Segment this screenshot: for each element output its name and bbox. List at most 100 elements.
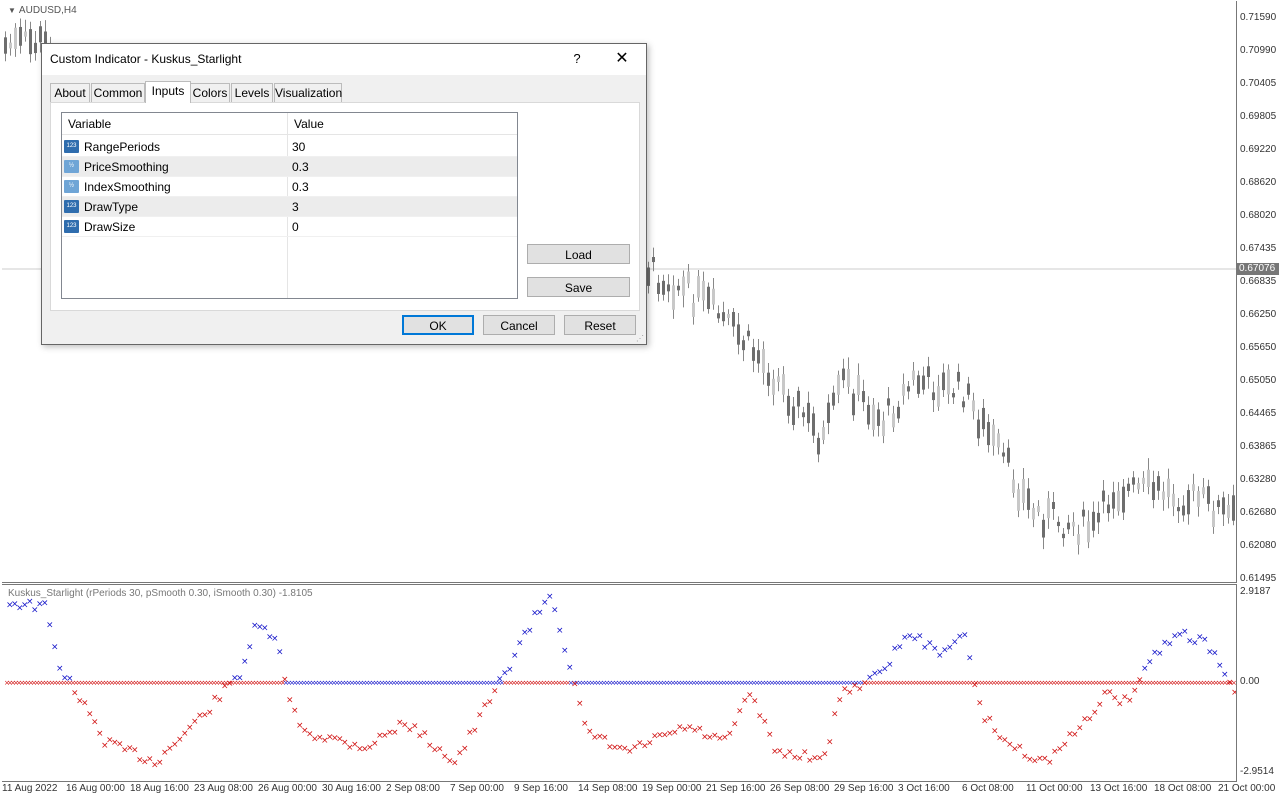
dialog-titlebar[interactable]: Custom Indicator - Kuskus_Starlight ? ✕: [42, 44, 646, 75]
reset-button[interactable]: Reset: [564, 315, 636, 335]
ok-button[interactable]: OK: [402, 315, 474, 335]
oscillator-marker: ×: [1146, 657, 1154, 667]
oscillator-marker: ×: [836, 696, 844, 706]
inputs-panel: Variable Value 123 RangePeriods 30 ½ Pri…: [50, 102, 640, 311]
price-tick-label: 0.69220: [1240, 144, 1277, 155]
candle-body: [877, 409, 880, 426]
variable-value[interactable]: 0: [292, 217, 299, 237]
candle-body: [1042, 519, 1045, 538]
oscillator-marker: ×: [831, 709, 839, 719]
candle-body: [1152, 482, 1155, 500]
candle-body: [702, 280, 705, 301]
integer-icon: 123: [64, 140, 79, 153]
price-tick-label: 0.63280: [1240, 474, 1277, 485]
oscillator-marker: ×: [761, 717, 769, 727]
oscillator-marker: ×: [1136, 675, 1144, 685]
time-tick-label: 16 Aug 00:00: [66, 783, 125, 794]
tab-visualization[interactable]: Visualization: [274, 83, 342, 103]
candle-body: [987, 422, 990, 446]
oscillator-marker: ×: [131, 745, 139, 755]
oscillator-marker: ×: [736, 707, 744, 717]
grid-row[interactable]: 123 DrawType 3: [62, 197, 517, 217]
oscillator-marker: ×: [451, 759, 459, 769]
candle-body: [1227, 504, 1230, 518]
candle-body: [1147, 469, 1150, 487]
candle-body: [902, 384, 905, 396]
oscillator-marker: ×: [1126, 696, 1134, 706]
candle-body: [757, 350, 760, 364]
save-button[interactable]: Save: [527, 277, 630, 297]
grid-row[interactable]: ½ PriceSmoothing 0.3: [62, 157, 517, 177]
candle-body: [707, 286, 710, 310]
oscillator-marker: ×: [916, 632, 924, 642]
tab-about[interactable]: About: [50, 83, 90, 103]
inputs-grid[interactable]: Variable Value 123 RangePeriods 30 ½ Pri…: [61, 112, 518, 299]
oscillator-marker: ×: [461, 744, 469, 754]
candle-body: [24, 31, 27, 37]
oscillator-marker: ×: [536, 608, 544, 618]
candle-body: [1127, 483, 1130, 491]
tab-common[interactable]: Common: [91, 83, 145, 103]
oscillator-marker: ×: [271, 634, 279, 644]
time-tick-label: 18 Aug 16:00: [130, 783, 189, 794]
variable-value[interactable]: 0.3: [292, 157, 309, 177]
variable-value[interactable]: 30: [292, 137, 305, 157]
variable-name: DrawType: [84, 200, 139, 214]
candle-body: [1067, 522, 1070, 530]
candle-body: [1232, 495, 1235, 521]
load-button[interactable]: Load: [527, 244, 630, 264]
resize-grip-icon[interactable]: ⋰: [636, 334, 644, 343]
candle-body: [1222, 497, 1225, 515]
candle-body: [1047, 498, 1050, 519]
oscillator-marker: ×: [821, 750, 829, 760]
time-tick-label: 2 Sep 08:00: [386, 783, 440, 794]
cancel-button[interactable]: Cancel: [483, 315, 555, 335]
oscillator-marker: ×: [986, 714, 994, 724]
candle-body: [812, 413, 815, 436]
tab-levels[interactable]: Levels: [231, 83, 273, 103]
column-header-variable[interactable]: Variable: [62, 113, 288, 135]
candle-body: [1182, 505, 1185, 516]
candle-body: [997, 433, 1000, 448]
candle-body: [962, 401, 965, 408]
custom-indicator-dialog[interactable]: Custom Indicator - Kuskus_Starlight ? ✕ …: [41, 43, 647, 345]
time-tick-label: 21 Oct 00:00: [1218, 783, 1276, 794]
oscillator-marker: ×: [411, 722, 419, 732]
candle-body: [1077, 534, 1080, 545]
candle-body: [1087, 521, 1090, 543]
tab-inputs[interactable]: Inputs: [145, 81, 191, 103]
price-tick-label: 0.68020: [1240, 210, 1277, 221]
oscillator-marker: ×: [276, 648, 284, 658]
price-tick-label: 0.70990: [1240, 45, 1277, 56]
candle-body: [1132, 477, 1135, 485]
double-icon: ½: [64, 160, 79, 173]
candle-body: [1217, 500, 1220, 507]
column-header-value[interactable]: Value: [288, 113, 517, 135]
candle-body: [832, 392, 835, 406]
variable-value[interactable]: 0.3: [292, 177, 309, 197]
grid-row[interactable]: 123 DrawSize 0: [62, 217, 517, 237]
oscillator-marker: ×: [966, 654, 974, 664]
indicator-scale-zero: 0.00: [1240, 676, 1260, 687]
oscillator-marker: ×: [516, 639, 524, 649]
price-tick-label: 0.67435: [1240, 243, 1277, 254]
tab-colors[interactable]: Colors: [190, 83, 230, 103]
candle-body: [767, 372, 770, 386]
time-tick-label: 30 Aug 16:00: [322, 783, 381, 794]
grid-row[interactable]: ½ IndexSmoothing 0.3: [62, 177, 517, 197]
candle-body: [932, 392, 935, 401]
oscillator-marker: ×: [46, 620, 54, 630]
candle-body: [867, 404, 870, 425]
grid-row[interactable]: 123 RangePeriods 30: [62, 137, 517, 157]
indicator-window[interactable]: Kuskus_Starlight (rPeriods 30, pSmooth 0…: [2, 584, 1237, 782]
oscillator-marker: ×: [291, 706, 299, 716]
close-button[interactable]: ✕: [610, 49, 634, 69]
candle-body: [992, 424, 995, 446]
candle-body: [847, 368, 850, 387]
oscillator-marker: ×: [486, 698, 494, 708]
candle-body: [14, 27, 17, 49]
help-button[interactable]: ?: [567, 49, 587, 69]
price-axis: 0.71590 0.70990 0.70405 0.69805 0.69220 0.686…: [1238, 0, 1280, 800]
variable-value[interactable]: 3: [292, 197, 299, 217]
candle-body: [942, 372, 945, 391]
